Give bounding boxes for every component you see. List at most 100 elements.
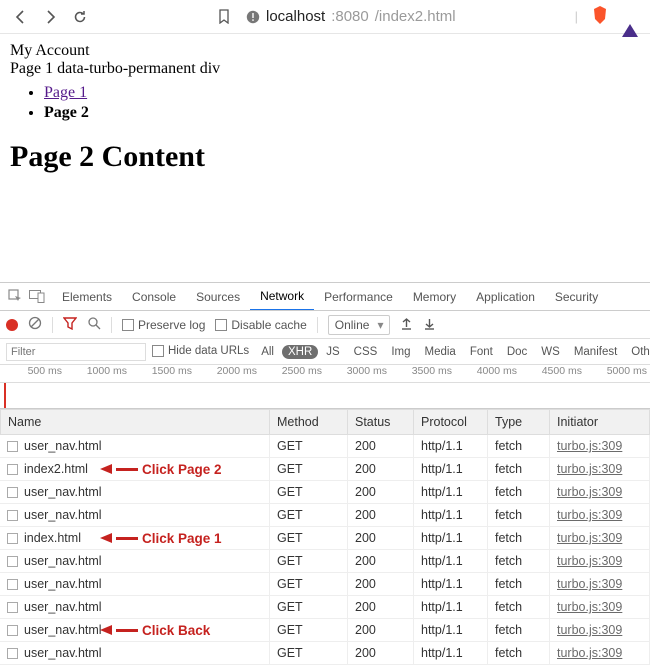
request-cell[interactable]: 200	[348, 596, 414, 619]
nav-link[interactable]: Page 1	[44, 84, 87, 101]
request-cell[interactable]: GET	[270, 458, 348, 481]
request-name-cell[interactable]: index2.htmlClick Page 2	[0, 458, 270, 481]
initiator-link[interactable]: turbo.js:309	[557, 439, 622, 453]
back-icon[interactable]	[12, 9, 28, 25]
timeline-overview[interactable]	[0, 383, 650, 409]
record-icon[interactable]	[6, 319, 18, 331]
initiator-link[interactable]: turbo.js:309	[557, 554, 622, 568]
initiator-link[interactable]: turbo.js:309	[557, 485, 622, 499]
forward-icon[interactable]	[42, 9, 58, 25]
request-name-cell[interactable]: user_nav.html	[0, 550, 270, 573]
brave-shields-icon[interactable]	[592, 6, 608, 27]
request-cell[interactable]: 200	[348, 550, 414, 573]
request-cell[interactable]: http/1.1	[414, 573, 488, 596]
request-cell[interactable]: GET	[270, 550, 348, 573]
request-cell[interactable]: turbo.js:309	[550, 573, 650, 596]
devtools-tab-console[interactable]: Console	[122, 283, 186, 311]
devtools-tab-elements[interactable]: Elements	[52, 283, 122, 311]
search-icon[interactable]	[87, 316, 101, 333]
filter-icon[interactable]	[63, 317, 77, 333]
request-name-cell[interactable]: user_nav.html	[0, 504, 270, 527]
request-cell[interactable]: GET	[270, 481, 348, 504]
column-header[interactable]: Protocol	[414, 409, 488, 435]
disable-cache-checkbox[interactable]: Disable cache	[215, 318, 306, 332]
devtools-tab-network[interactable]: Network	[250, 283, 314, 311]
request-cell[interactable]: fetch	[488, 596, 550, 619]
url-bar[interactable]: localhost:8080/index2.html	[246, 8, 456, 25]
request-cell[interactable]: GET	[270, 527, 348, 550]
filter-type-img[interactable]: Img	[385, 345, 416, 359]
request-name-cell[interactable]: user_nav.html	[0, 481, 270, 504]
initiator-link[interactable]: turbo.js:309	[557, 646, 622, 660]
request-cell[interactable]: 200	[348, 458, 414, 481]
request-cell[interactable]: fetch	[488, 642, 550, 665]
filter-type-doc[interactable]: Doc	[501, 345, 533, 359]
request-cell[interactable]: turbo.js:309	[550, 527, 650, 550]
filter-type-all[interactable]: All	[255, 345, 280, 359]
devtools-tab-application[interactable]: Application	[466, 283, 545, 311]
request-name-cell[interactable]: user_nav.html	[0, 573, 270, 596]
request-cell[interactable]: 200	[348, 619, 414, 642]
devtools-tab-memory[interactable]: Memory	[403, 283, 466, 311]
upload-har-icon[interactable]	[400, 317, 413, 333]
request-cell[interactable]: fetch	[488, 619, 550, 642]
request-cell[interactable]: turbo.js:309	[550, 596, 650, 619]
request-cell[interactable]: 200	[348, 573, 414, 596]
request-cell[interactable]: 200	[348, 642, 414, 665]
filter-type-media[interactable]: Media	[419, 345, 462, 359]
request-cell[interactable]: http/1.1	[414, 435, 488, 458]
request-cell[interactable]: http/1.1	[414, 550, 488, 573]
inspect-element-icon[interactable]	[4, 283, 26, 311]
filter-type-js[interactable]: JS	[320, 345, 345, 359]
request-cell[interactable]: fetch	[488, 573, 550, 596]
request-cell[interactable]: http/1.1	[414, 504, 488, 527]
reload-icon[interactable]	[72, 9, 88, 25]
request-cell[interactable]: fetch	[488, 481, 550, 504]
column-header[interactable]: Status	[348, 409, 414, 435]
request-cell[interactable]: turbo.js:309	[550, 550, 650, 573]
request-cell[interactable]: turbo.js:309	[550, 481, 650, 504]
request-cell[interactable]: turbo.js:309	[550, 642, 650, 665]
initiator-link[interactable]: turbo.js:309	[557, 531, 622, 545]
request-cell[interactable]: GET	[270, 642, 348, 665]
initiator-link[interactable]: turbo.js:309	[557, 462, 622, 476]
filter-type-manifest[interactable]: Manifest	[568, 345, 623, 359]
filter-type-other[interactable]: Other	[625, 345, 650, 359]
request-cell[interactable]: http/1.1	[414, 619, 488, 642]
request-cell[interactable]: fetch	[488, 435, 550, 458]
column-header[interactable]: Initiator	[550, 409, 650, 435]
brave-rewards-icon[interactable]	[622, 9, 638, 24]
request-cell[interactable]: 200	[348, 527, 414, 550]
clear-icon[interactable]	[28, 316, 42, 333]
initiator-link[interactable]: turbo.js:309	[557, 577, 622, 591]
request-cell[interactable]: fetch	[488, 527, 550, 550]
devtools-tab-security[interactable]: Security	[545, 283, 608, 311]
request-cell[interactable]: fetch	[488, 504, 550, 527]
request-cell[interactable]: turbo.js:309	[550, 619, 650, 642]
request-cell[interactable]: turbo.js:309	[550, 458, 650, 481]
request-cell[interactable]: http/1.1	[414, 458, 488, 481]
bookmark-icon[interactable]	[216, 9, 232, 25]
request-cell[interactable]: GET	[270, 573, 348, 596]
devtools-tab-sources[interactable]: Sources	[186, 283, 250, 311]
filter-type-ws[interactable]: WS	[535, 345, 566, 359]
filter-type-css[interactable]: CSS	[348, 345, 384, 359]
request-cell[interactable]: GET	[270, 596, 348, 619]
request-cell[interactable]: 200	[348, 504, 414, 527]
request-cell[interactable]: GET	[270, 619, 348, 642]
request-cell[interactable]: GET	[270, 504, 348, 527]
request-name-cell[interactable]: index.htmlClick Page 1	[0, 527, 270, 550]
device-toolbar-icon[interactable]	[26, 283, 48, 311]
request-cell[interactable]: http/1.1	[414, 596, 488, 619]
column-header[interactable]: Method	[270, 409, 348, 435]
request-cell[interactable]: 200	[348, 481, 414, 504]
request-cell[interactable]: fetch	[488, 550, 550, 573]
filter-input[interactable]	[6, 343, 146, 361]
initiator-link[interactable]: turbo.js:309	[557, 508, 622, 522]
request-name-cell[interactable]: user_nav.html	[0, 596, 270, 619]
request-cell[interactable]: http/1.1	[414, 642, 488, 665]
request-name-cell[interactable]: user_nav.html	[0, 642, 270, 665]
initiator-link[interactable]: turbo.js:309	[557, 623, 622, 637]
request-cell[interactable]: 200	[348, 435, 414, 458]
request-cell[interactable]: fetch	[488, 458, 550, 481]
